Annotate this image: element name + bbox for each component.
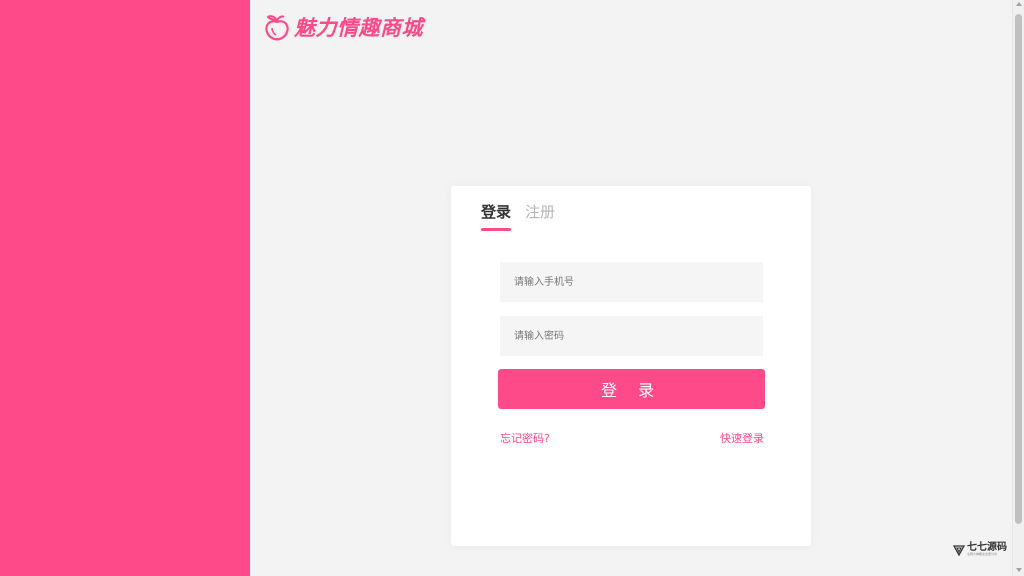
scroll-thumb[interactable] <box>1015 14 1022 524</box>
tab-login[interactable]: 登录 <box>481 202 512 231</box>
logo-text: 魅力情趣商城 <box>294 16 423 40</box>
tab-register[interactable]: 注册 <box>525 202 555 228</box>
login-button[interactable]: 登 录 <box>498 369 765 409</box>
scroll-down-arrow-icon[interactable] <box>1016 568 1022 572</box>
page-scrollbar[interactable] <box>1012 0 1024 576</box>
phone-input[interactable] <box>500 262 763 302</box>
watermark-subtitle: 全网大神都在这里分享 <box>967 552 998 556</box>
watermark: 七七源码 全网大神都在这里分享 <box>953 543 1007 556</box>
forgot-password-link[interactable]: 忘记密码? <box>500 430 550 446</box>
site-logo[interactable]: 魅力情趣商城 <box>264 12 423 42</box>
login-card: 登录 注册 登 录 忘记密码? 快速登录 <box>451 186 811 546</box>
password-input[interactable] <box>500 316 763 356</box>
auth-tabs: 登录 注册 <box>481 202 555 231</box>
triangle-logo-icon <box>953 544 965 556</box>
left-brand-panel <box>0 0 250 576</box>
peach-icon <box>265 15 289 41</box>
scroll-up-arrow-icon[interactable] <box>1016 2 1022 6</box>
quick-login-link[interactable]: 快速登录 <box>720 430 764 446</box>
